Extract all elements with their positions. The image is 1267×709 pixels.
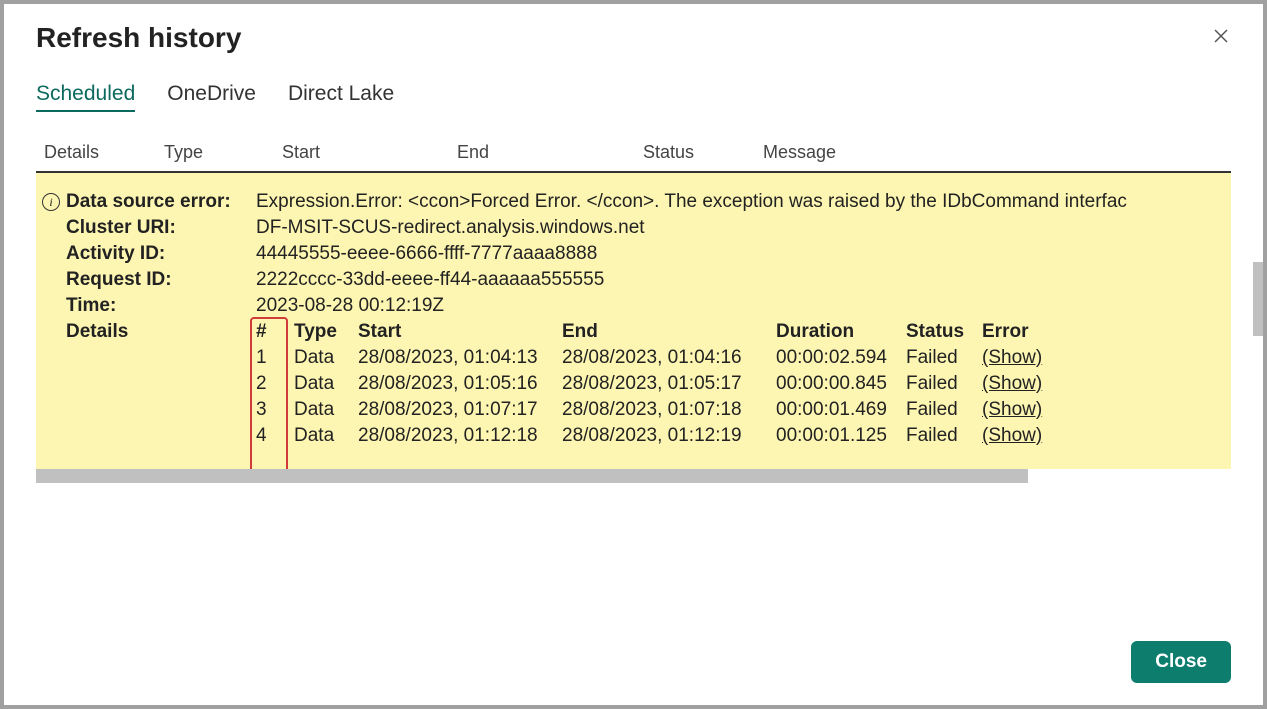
cell-end: 28/08/2023, 01:12:19	[562, 425, 776, 447]
cell-type: Data	[294, 373, 358, 395]
cell-start: 28/08/2023, 01:07:17	[358, 399, 562, 421]
tab-scheduled[interactable]: Scheduled	[36, 82, 135, 112]
col-status: Status	[643, 142, 763, 163]
details-label: Details	[66, 321, 256, 343]
details-col-status: Status	[906, 321, 982, 343]
cell-status: Failed	[906, 347, 982, 369]
col-end: End	[457, 142, 643, 163]
show-error-link[interactable]: (Show)	[982, 399, 1042, 421]
cell-n: 3	[256, 399, 294, 421]
cell-end: 28/08/2023, 01:07:18	[562, 399, 776, 421]
request-id-value: 2222cccc-33dd-eeee-ff44-aaaaaa555555	[256, 269, 604, 291]
data-source-error-label: Data source error:	[66, 191, 256, 213]
details-grid: # Type Start End Duration Status Error 1…	[256, 321, 1042, 447]
cell-duration: 00:00:00.845	[776, 373, 906, 395]
cluster-uri-label: Cluster URI:	[66, 217, 256, 239]
col-message: Message	[763, 142, 1231, 163]
cell-type: Data	[294, 425, 358, 447]
close-icon[interactable]	[1207, 22, 1235, 50]
show-error-link[interactable]: (Show)	[982, 425, 1042, 447]
tab-direct-lake[interactable]: Direct Lake	[288, 82, 394, 112]
cell-status: Failed	[906, 373, 982, 395]
cell-n: 4	[256, 425, 294, 447]
time-value: 2023-08-28 00:12:19Z	[256, 295, 444, 317]
cell-end: 28/08/2023, 01:05:17	[562, 373, 776, 395]
tabs: Scheduled OneDrive Direct Lake	[36, 82, 1231, 112]
info-icon: i	[42, 193, 60, 211]
details-col-end: End	[562, 321, 776, 343]
cell-duration: 00:00:01.469	[776, 399, 906, 421]
cell-duration: 00:00:02.594	[776, 347, 906, 369]
cell-n: 2	[256, 373, 294, 395]
details-col-type: Type	[294, 321, 358, 343]
cell-n: 1	[256, 347, 294, 369]
cell-type: Data	[294, 399, 358, 421]
details-col-start: Start	[358, 321, 562, 343]
col-start: Start	[282, 142, 457, 163]
details-col-duration: Duration	[776, 321, 906, 343]
activity-id-label: Activity ID:	[66, 243, 256, 265]
col-type: Type	[164, 142, 282, 163]
cluster-uri-value: DF-MSIT-SCUS-redirect.analysis.windows.n…	[256, 217, 645, 239]
refresh-history-dialog: Refresh history Scheduled OneDrive Direc…	[4, 4, 1263, 705]
horizontal-scrollbar[interactable]	[36, 469, 1028, 483]
show-error-link[interactable]: (Show)	[982, 373, 1042, 395]
details-col-error: Error	[982, 321, 1042, 343]
columns-header: Details Type Start End Status Message	[36, 142, 1231, 173]
cell-status: Failed	[906, 425, 982, 447]
vertical-scrollbar[interactable]	[1253, 262, 1263, 336]
cell-start: 28/08/2023, 01:04:13	[358, 347, 562, 369]
cell-end: 28/08/2023, 01:04:16	[562, 347, 776, 369]
show-error-link[interactable]: (Show)	[982, 347, 1042, 369]
request-id-label: Request ID:	[66, 269, 256, 291]
close-button[interactable]: Close	[1131, 641, 1231, 683]
cell-type: Data	[294, 347, 358, 369]
error-panel: i Data source error: Expression.Error: <…	[36, 173, 1231, 469]
data-source-error-value: Expression.Error: <ccon>Forced Error. </…	[256, 191, 1127, 213]
dialog-title: Refresh history	[36, 22, 1231, 54]
dialog-footer: Close	[36, 621, 1231, 683]
activity-id-value: 44445555-eeee-6666-ffff-7777aaaa8888	[256, 243, 597, 265]
cell-duration: 00:00:01.125	[776, 425, 906, 447]
tab-onedrive[interactable]: OneDrive	[167, 82, 256, 112]
time-label: Time:	[66, 295, 256, 317]
cell-start: 28/08/2023, 01:05:16	[358, 373, 562, 395]
col-details: Details	[44, 142, 164, 163]
cell-status: Failed	[906, 399, 982, 421]
cell-start: 28/08/2023, 01:12:18	[358, 425, 562, 447]
details-col-n: #	[256, 321, 294, 343]
